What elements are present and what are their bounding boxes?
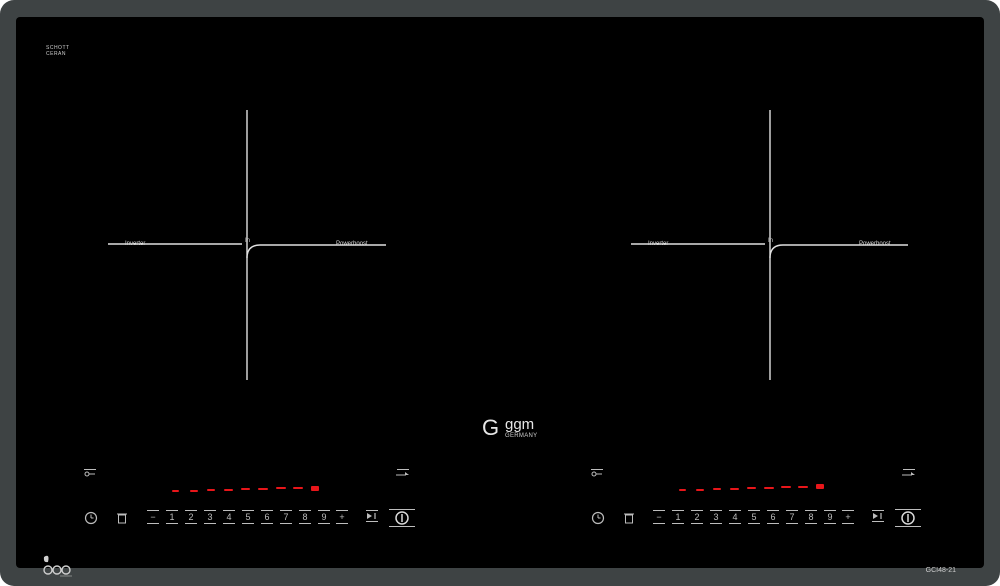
cooktop-glass: SCHOTT CERAN Inverter In Powerboost − 1 … [16, 17, 984, 577]
level-label: 1 [169, 512, 175, 522]
lock-icon [591, 471, 602, 477]
boost-icon [396, 472, 409, 476]
level-label: 5 [751, 512, 757, 522]
pot-icon [117, 513, 127, 524]
timer-icon [591, 511, 605, 525]
eco-icon [43, 555, 72, 577]
level-5-button[interactable]: 5 [242, 510, 254, 524]
level-4-button[interactable]: 4 [223, 510, 235, 524]
minus-label: − [656, 512, 662, 522]
level-1-button[interactable]: 1 [166, 510, 178, 524]
zone-label-inverter: Inverter [648, 241, 669, 247]
plus-label: + [845, 512, 851, 522]
power-button[interactable] [895, 509, 921, 527]
level-label: 6 [770, 512, 776, 522]
level-label: 9 [827, 512, 833, 522]
level-8-button[interactable]: 8 [805, 510, 817, 524]
lock-icon [84, 471, 95, 477]
level-label: 8 [302, 512, 308, 522]
boost-icon [902, 472, 915, 476]
cooking-zone-left: Inverter In Powerboost − 1 2 3 4 5 6 7 8… [16, 17, 500, 568]
level-label: 1 [675, 512, 681, 522]
level-1-button[interactable]: 1 [672, 510, 684, 524]
level-label: 2 [188, 512, 194, 522]
level-3-button[interactable]: 3 [710, 510, 722, 524]
ggm-logo-word: ggm [505, 416, 535, 433]
level-7-button[interactable]: 7 [786, 510, 798, 524]
pause-icon [367, 513, 376, 519]
zone-label-powerboost: Powerboost [859, 241, 891, 247]
minus-button[interactable]: − [147, 510, 159, 524]
ggm-logo-mark: G [482, 415, 500, 440]
boost-button[interactable] [902, 469, 916, 477]
minus-button[interactable]: − [653, 510, 665, 524]
model-number: GCI48-21 [925, 567, 956, 574]
timer-button[interactable] [84, 511, 98, 525]
cooking-zone-right: Inverter In Powerboost − 1 2 3 4 5 6 7 8… [500, 17, 984, 568]
lock-button[interactable] [84, 469, 96, 477]
zone-label-powerboost: Powerboost [336, 241, 368, 247]
level-label: 4 [732, 512, 738, 522]
level-label: 3 [207, 512, 213, 522]
level-label: 8 [808, 512, 814, 522]
boost-button[interactable] [396, 469, 410, 477]
level-label: 9 [321, 512, 327, 522]
zone-label-in: In [768, 238, 774, 244]
zone-label-inverter: Inverter [125, 241, 146, 247]
pause-button[interactable] [366, 510, 378, 522]
level-2-button[interactable]: 2 [691, 510, 703, 524]
pause-button[interactable] [872, 510, 884, 522]
zone-marking-cross-right [631, 110, 908, 380]
timer-button[interactable] [591, 511, 605, 525]
lock-button[interactable] [591, 469, 603, 477]
level-4-button[interactable]: 4 [729, 510, 741, 524]
pot-detect-button[interactable] [623, 511, 635, 525]
level-9-button[interactable]: 9 [318, 510, 330, 524]
plus-label: + [339, 512, 345, 522]
level-label: 6 [264, 512, 270, 522]
level-label: 7 [789, 512, 795, 522]
power-button[interactable] [389, 509, 415, 527]
level-8-button[interactable]: 8 [299, 510, 311, 524]
level-label: 3 [713, 512, 719, 522]
level-label: 4 [226, 512, 232, 522]
level-label: 7 [283, 512, 289, 522]
level-6-button[interactable]: 6 [767, 510, 779, 524]
level-2-button[interactable]: 2 [185, 510, 197, 524]
pot-icon [624, 513, 634, 524]
level-label: 2 [694, 512, 700, 522]
zone-label-in: In [245, 238, 251, 244]
level-5-button[interactable]: 5 [748, 510, 760, 524]
power-icon [395, 511, 409, 525]
level-7-button[interactable]: 7 [280, 510, 292, 524]
pause-icon [873, 513, 882, 519]
timer-icon [84, 511, 98, 525]
level-6-button[interactable]: 6 [261, 510, 273, 524]
power-icon [901, 511, 915, 525]
level-3-button[interactable]: 3 [204, 510, 216, 524]
pot-detect-button[interactable] [116, 511, 128, 525]
plus-button[interactable]: + [336, 510, 348, 524]
ggm-logo-sub: GERMANY [505, 433, 538, 439]
plus-button[interactable]: + [842, 510, 854, 524]
zone-marking-cross-left [108, 110, 386, 380]
level-9-button[interactable]: 9 [824, 510, 836, 524]
level-label: 5 [245, 512, 251, 522]
minus-label: − [150, 512, 156, 522]
